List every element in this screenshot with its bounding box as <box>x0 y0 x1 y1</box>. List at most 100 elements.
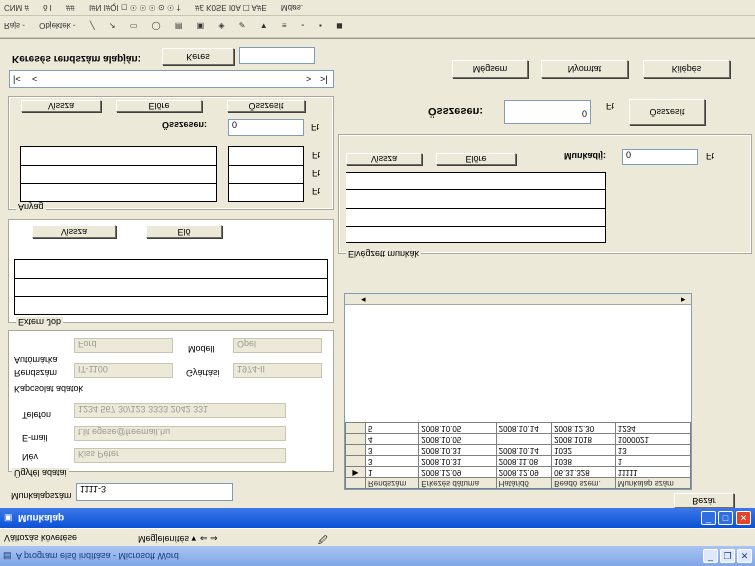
exit-button[interactable]: Kilépés <box>643 60 730 78</box>
row-selector[interactable] <box>345 433 366 445</box>
parts-list[interactable] <box>20 146 217 202</box>
cancel-button[interactable]: Mégsem <box>452 60 528 78</box>
table-row[interactable]: 4 2008.10.05 2008.1018 1000021 <box>345 433 692 445</box>
name-field: Kiss Péter <box>74 448 286 463</box>
toolbar-item[interactable]: I#N I#QI ◻ ☉ ☉ ☉ ⊙ ☉ † <box>89 3 181 12</box>
column-header[interactable]: Rendszám <box>364 477 420 489</box>
work-orders-table[interactable]: ◂ ▸ 5 2008.10.05 2008.10.14 2008.12.30 1234 4… <box>344 293 692 490</box>
toolbar-top: CNM # ŏ l ## I#N I#QI ◻ ☉ ☉ ☉ ⊙ ☉ † #£ K… <box>0 0 755 16</box>
picture-icon[interactable]: ▣ <box>197 21 205 30</box>
next-record-button[interactable]: > <box>306 74 311 84</box>
prev-record-button[interactable]: < <box>32 74 37 84</box>
rectangle-icon[interactable]: ▭ <box>130 21 138 30</box>
table-cell: 2008.12.09 <box>495 466 553 478</box>
year-label: Gyártási <box>186 368 220 378</box>
toolbar-item[interactable]: Rajs - <box>4 21 25 30</box>
work-order-id-field[interactable]: 1111-3 <box>76 483 233 501</box>
table-cell: 2008.10.31 <box>418 455 497 467</box>
maximize-button[interactable]: □ <box>718 511 733 525</box>
column-header[interactable]: Érkezés dátuma <box>418 477 497 489</box>
parts-price-list[interactable] <box>228 146 304 202</box>
textbox-icon[interactable]: ▤ <box>175 21 183 30</box>
line-color-icon[interactable]: ✎ <box>239 21 246 30</box>
table-cell: 1032 <box>551 444 616 456</box>
labour-fee-field[interactable]: 0 <box>622 149 698 165</box>
labour-prev-button[interactable]: Vissza <box>346 153 422 165</box>
row-selector[interactable] <box>345 455 366 467</box>
line-style-icon[interactable]: ≡ <box>282 21 287 30</box>
parts-total-unit: Ft <box>311 122 319 132</box>
font-color-icon[interactable]: ▲ <box>260 21 268 30</box>
word-minimize-button[interactable]: _ <box>703 549 718 563</box>
track-changes-item[interactable]: Változás követése <box>4 533 77 543</box>
row-selector[interactable] <box>345 444 366 456</box>
close-form-button[interactable]: Bezár <box>674 493 734 508</box>
toolbar-item[interactable]: #£ K0SE I0A ☐ A#E <box>195 3 267 12</box>
year-field: 1974-II <box>233 363 322 378</box>
table-cell: 2008.10.14 <box>495 444 553 456</box>
arrow-icon[interactable]: ↘ <box>109 21 116 30</box>
external-list[interactable] <box>14 259 328 315</box>
header-corner <box>345 477 366 489</box>
word-close-button[interactable]: ✕ <box>737 549 752 563</box>
external-prev-button[interactable]: Vissza <box>32 225 116 238</box>
labour-list[interactable] <box>346 172 606 243</box>
column-header[interactable]: Beadó szem. <box>551 477 616 489</box>
parts-total-label: Összesen: <box>162 120 208 130</box>
toolbar-item[interactable]: Mdøs. <box>281 3 303 12</box>
scroll-left-icon[interactable]: ◂ <box>361 294 366 305</box>
table-cell: 1000021 <box>614 433 692 445</box>
scroll-right-icon[interactable]: ▸ <box>681 294 686 305</box>
labour-group-title: Elvégzett munkák <box>346 249 422 259</box>
external-group: Vissza Elő Extern Job <box>9 220 333 327</box>
column-header[interactable]: Munkalap szám <box>614 477 692 489</box>
labour-next-button[interactable]: Előre <box>436 153 516 165</box>
toolbar-item[interactable]: ## <box>66 3 75 12</box>
word-review-toolbar: Változás követése Megjelenítés ▾ ⇐ ⇒ 🖉 <box>0 528 755 546</box>
brand-field: Ford <box>74 338 173 353</box>
shadow-icon[interactable]: ▪ <box>319 21 322 30</box>
search-input[interactable] <box>239 47 315 64</box>
line-icon[interactable]: ╲ <box>90 21 95 30</box>
word-icon: ▤ <box>3 550 12 560</box>
fill-color-icon[interactable]: ◈ <box>218 21 224 30</box>
table-scrollbar[interactable]: ◂ ▸ <box>345 294 691 305</box>
parts-total-field[interactable]: 0 <box>228 119 304 136</box>
toolbar-item[interactable]: ŏ l <box>43 3 51 12</box>
search-button[interactable]: Keres <box>162 48 234 65</box>
external-next-button[interactable]: Elő <box>146 225 222 238</box>
close-button[interactable]: ✕ <box>736 511 751 525</box>
grand-total-field[interactable]: 0 <box>504 100 591 124</box>
table-cell: 13 <box>614 444 692 456</box>
oval-icon[interactable]: ◯ <box>152 21 161 30</box>
parts-next-button[interactable]: Előre <box>116 100 202 112</box>
row-selector[interactable]: ▶ <box>345 466 366 478</box>
table-row[interactable]: 3 2008.10.31 2008.10.14 1032 13 <box>345 444 692 456</box>
table-row[interactable]: ▶ 1 2008.12.09 2008.12.09 06.31.328 11111 <box>345 466 692 478</box>
last-record-button[interactable]: >| <box>320 74 328 84</box>
dash-style-icon[interactable]: ⁃ <box>301 21 305 30</box>
name-label: Név <box>22 452 39 462</box>
grand-total-button[interactable]: Összesít <box>629 99 705 125</box>
3d-icon[interactable]: ◼ <box>336 21 343 30</box>
table-row[interactable]: 3 2008.10.31 2008.11.08 1038 1 <box>345 455 692 467</box>
print-button[interactable]: Nyomtat <box>541 60 628 78</box>
table-cell: 4 <box>364 433 420 445</box>
next-change-icon[interactable]: ⇐ ⇒ <box>200 533 218 544</box>
table-cell: 06.31.328 <box>551 466 616 478</box>
table-cell: 2008.11.08 <box>495 455 553 467</box>
owner-title: Ügyfél adatai <box>12 468 69 478</box>
column-header[interactable]: Határidő <box>495 477 553 489</box>
parts-sum-button[interactable]: Összesít <box>227 100 305 112</box>
table-cell: 3 <box>364 455 420 467</box>
minimize-button[interactable]: _ <box>701 511 716 525</box>
word-restore-button[interactable]: ❐ <box>720 549 735 563</box>
table-cell: 2008.1018 <box>551 433 616 445</box>
show-markup-item[interactable]: Megjelenítés ▾ <box>138 533 196 544</box>
row-selector[interactable] <box>345 422 366 434</box>
first-record-button[interactable]: |< <box>13 74 21 84</box>
toolbar-item[interactable]: Objektek - <box>39 21 75 30</box>
table-row[interactable]: 5 2008.10.05 2008.10.14 2008.12.30 1234 <box>345 422 692 434</box>
parts-prev-button[interactable]: Vissza <box>21 100 101 112</box>
toolbar-item[interactable]: CNM # <box>4 3 29 12</box>
